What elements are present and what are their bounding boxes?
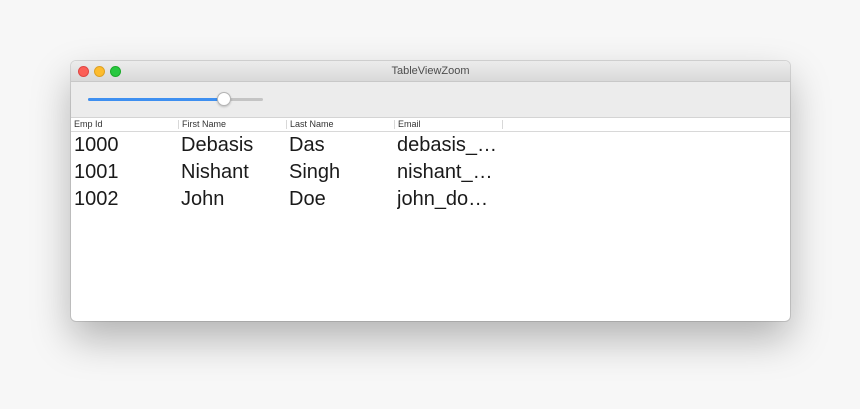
column-separator[interactable] <box>502 120 503 129</box>
window-title: TableViewZoom <box>391 65 470 77</box>
cell-email: nishant_… <box>397 161 493 183</box>
cell-last-name: Das <box>289 134 325 156</box>
table-row[interactable]: 1000 Debasis Das debasis_… <box>71 132 790 159</box>
column-header-email[interactable]: Email <box>398 118 501 131</box>
zoom-slider-thumb[interactable] <box>216 92 231 106</box>
cell-emp-id: 1000 <box>74 134 119 156</box>
column-header-last-name[interactable]: Last Name <box>290 118 393 131</box>
title-bar[interactable]: TableViewZoom <box>71 61 790 82</box>
toolbar <box>71 82 790 118</box>
zoom-slider-fill <box>88 98 224 101</box>
cell-email: john_do… <box>397 188 489 210</box>
table-body: 1000 Debasis Das debasis_… 1001 Nishant … <box>71 132 790 321</box>
column-header-emp-id[interactable]: Emp Id <box>74 118 177 131</box>
app-window: TableViewZoom Emp Id First Name Last Nam… <box>71 61 790 321</box>
cell-first-name: Debasis <box>181 134 254 156</box>
cell-first-name: Nishant <box>181 161 249 183</box>
column-separator[interactable] <box>286 120 287 129</box>
cell-emp-id: 1001 <box>74 161 119 183</box>
table-row[interactable]: 1002 John Doe john_do… <box>71 186 790 213</box>
column-separator[interactable] <box>178 120 179 129</box>
table-header: Emp Id First Name Last Name Email <box>71 118 790 132</box>
cell-emp-id: 1002 <box>74 188 119 210</box>
cell-last-name: Singh <box>289 161 341 183</box>
cell-last-name: Doe <box>289 188 326 210</box>
table-row[interactable]: 1001 Nishant Singh nishant_… <box>71 159 790 186</box>
cell-email: debasis_… <box>397 134 498 156</box>
column-separator[interactable] <box>394 120 395 129</box>
cell-first-name: John <box>181 188 225 210</box>
zoom-slider[interactable] <box>88 92 263 106</box>
column-header-first-name[interactable]: First Name <box>182 118 285 131</box>
